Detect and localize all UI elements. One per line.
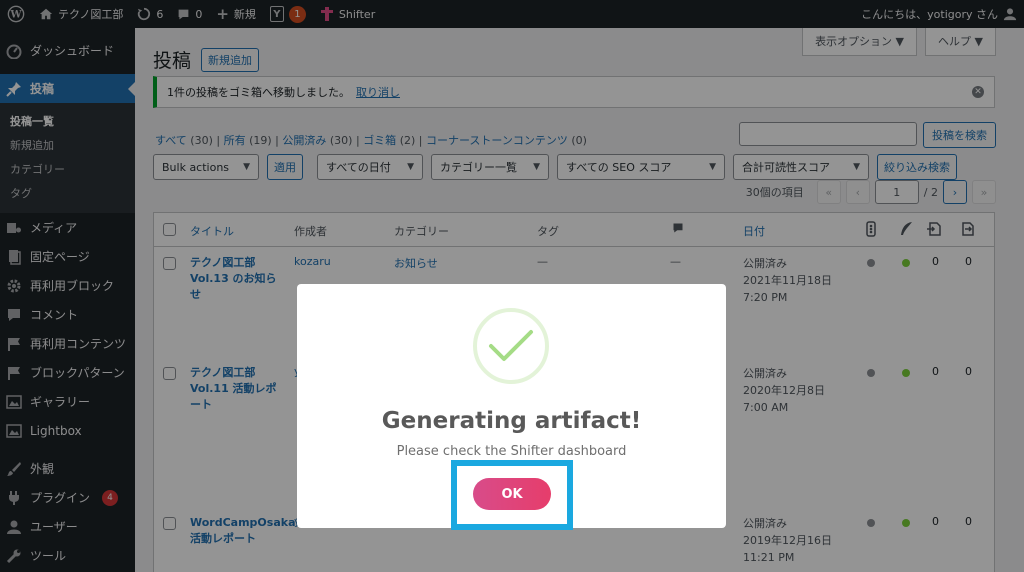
success-check-icon bbox=[473, 308, 549, 384]
generating-artifact-dialog: Generating artifact! Please check the Sh… bbox=[297, 284, 726, 530]
dialog-message: Please check the Shifter dashboard bbox=[396, 444, 627, 459]
ok-button[interactable]: OK bbox=[473, 478, 551, 510]
dialog-title: Generating artifact! bbox=[381, 408, 642, 434]
